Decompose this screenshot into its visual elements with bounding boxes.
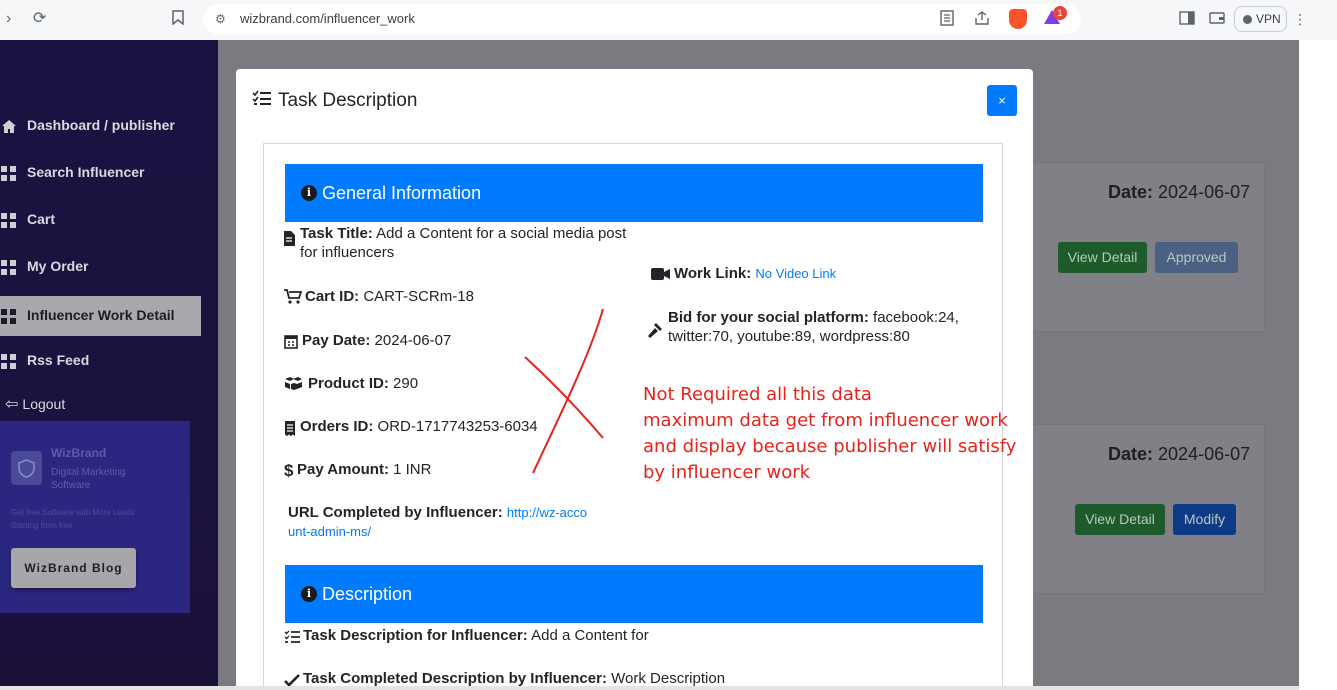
url-completed-link-cont[interactable]: unt-admin-ms/ <box>288 524 371 539</box>
close-button[interactable]: × <box>987 85 1017 116</box>
vpn-status-icon <box>1243 15 1252 24</box>
grid-icon <box>1 354 16 369</box>
wizbrand-blog-button[interactable]: WizBrand Blog <box>11 548 136 588</box>
grid-icon <box>1 166 16 181</box>
approved-button[interactable]: Approved <box>1155 242 1238 273</box>
sidebar-item-rss-feed[interactable]: Rss Feed <box>0 341 201 381</box>
promo-brand: WizBrand <box>51 446 107 460</box>
url-completed-field: URL Completed by Influencer: http://wz-a… <box>288 504 588 539</box>
grid-icon <box>1 309 16 324</box>
dollar-icon: $ <box>284 461 294 480</box>
shield-logo-icon <box>11 451 42 485</box>
page-overlay: Dashboard / publisher Search Influencer … <box>0 40 1299 688</box>
home-icon <box>1 119 16 134</box>
order-date: Date: 2024-06-07 <box>1108 444 1251 464</box>
sidebar: Dashboard / publisher Search Influencer … <box>0 40 218 688</box>
menu-icon[interactable]: ⋮ <box>1293 10 1307 28</box>
grid-icon <box>1 213 16 228</box>
order-card-1: Date: 2024-06-07 View Detail Approved <box>1000 162 1265 332</box>
sidebar-item-dashboard[interactable]: Dashboard / publisher <box>0 106 201 146</box>
cart-icon <box>284 289 303 309</box>
url-text: wizbrand.com/influencer_work <box>240 11 415 26</box>
logout-link[interactable]: ⇦ Logout <box>5 394 65 414</box>
sidebar-item-cart[interactable]: Cart <box>0 200 201 240</box>
general-information-header: i General Information <box>285 164 983 222</box>
logout-icon: ⇦ <box>5 396 19 413</box>
bottom-edge <box>0 686 1299 690</box>
grid-icon <box>1 260 16 275</box>
promo-banner: WizBrand Digital Marketing Software Get … <box>0 421 190 613</box>
address-bar[interactable]: ⚙ wizbrand.com/influencer_work <box>203 4 1081 34</box>
view-detail-button[interactable]: View Detail <box>1058 242 1147 273</box>
boxes-icon <box>284 376 303 395</box>
site-settings-icon[interactable]: ⚙ <box>215 10 226 28</box>
page-scrollbar[interactable] <box>1299 40 1337 690</box>
video-camera-icon <box>651 266 670 285</box>
view-detail-button[interactable]: View Detail <box>1075 504 1165 535</box>
annotation-note: Not Required all this data maximum data … <box>643 384 1017 483</box>
info-icon: i <box>301 586 317 602</box>
receipt-icon <box>284 421 296 441</box>
document-icon <box>283 231 295 251</box>
share-icon[interactable] <box>974 10 990 31</box>
gavel-icon <box>648 322 664 343</box>
task-list-icon <box>284 630 300 649</box>
url-completed-link[interactable]: http://wz-acco <box>507 505 587 520</box>
brave-shield-icon[interactable] <box>1009 9 1027 29</box>
order-card-2: Date: 2024-06-07 View Detail Modify <box>1000 424 1265 594</box>
sidebar-item-influencer-work-detail[interactable]: Influencer Work Detail <box>0 296 201 336</box>
reload-icon[interactable]: ⟳ <box>33 10 46 28</box>
sidebar-item-search-influencer[interactable]: Search Influencer <box>0 153 201 193</box>
promo-small-text: Get free Software with More Leads Starti… <box>11 508 135 530</box>
order-date: Date: 2024-06-07 <box>1108 182 1251 202</box>
modal-title: Task Description <box>252 90 417 112</box>
red-cross-annotation <box>524 308 604 474</box>
sidebar-item-my-order[interactable]: My Order <box>0 247 201 287</box>
notification-badge: 1 <box>1053 6 1067 20</box>
work-link[interactable]: No Video Link <box>755 266 836 281</box>
forward-icon[interactable]: › <box>6 10 11 28</box>
modify-button[interactable]: Modify <box>1173 504 1236 535</box>
task-list-icon <box>252 90 272 112</box>
promo-tagline: Digital Marketing Software <box>51 467 126 491</box>
browser-toolbar: › ⟳ ⚙ wizbrand.com/influencer_work 1 VPN… <box>0 0 1337 40</box>
calendar-icon <box>284 334 298 354</box>
wallet-icon[interactable] <box>1209 11 1225 30</box>
vpn-button[interactable]: VPN <box>1234 6 1287 32</box>
reader-mode-icon[interactable] <box>940 10 954 31</box>
sidebar-toggle-icon[interactable] <box>1179 11 1195 30</box>
info-icon: i <box>301 185 317 201</box>
description-header: i Description <box>285 565 983 623</box>
bookmark-icon[interactable] <box>172 10 184 30</box>
